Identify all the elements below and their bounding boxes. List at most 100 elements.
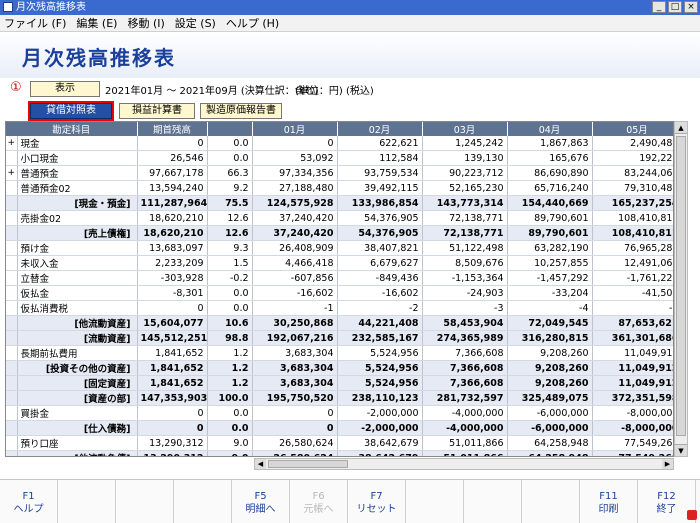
table-row[interactable]: 小口現金 26,546 0.0 53,092 112,584 139,130 165,676… bbox=[6, 150, 673, 166]
account-name: [流動資産] bbox=[17, 330, 138, 346]
expand-icon bbox=[6, 435, 18, 451]
amount-cell: 38,642,679 bbox=[337, 450, 423, 456]
horizontal-scrollbar[interactable]: ◀ ▶ bbox=[254, 458, 674, 470]
table-row[interactable]: [流動資産] 145,512,251 98.8 192,067,216 232,585,… bbox=[6, 330, 673, 346]
amount-cell: 11,049,912 bbox=[592, 360, 673, 376]
expand-icon[interactable]: + bbox=[6, 165, 18, 181]
expand-icon bbox=[6, 405, 18, 421]
table-row[interactable]: 仮払金 -8,301 0.0 -16,602 -16,602 -24,903 -33,204… bbox=[6, 285, 673, 301]
fkey-f11-button[interactable]: F11 印刷 bbox=[580, 480, 638, 523]
tab-cost-report[interactable]: 製造原価報告書 bbox=[200, 103, 282, 119]
table-row[interactable]: + 現金 0 0.0 0 622,621 1,245,242 1,867,863 2,490,4… bbox=[6, 136, 673, 151]
scroll-up-icon[interactable]: ▲ bbox=[675, 122, 687, 134]
expand-icon bbox=[6, 450, 18, 456]
table-row[interactable]: 普通預金02 13,594,240 9.2 27,188,480 39,492,115 5… bbox=[6, 180, 673, 196]
amount-cell: -8,000,000 bbox=[592, 420, 673, 436]
fkey-code: F7 bbox=[370, 491, 383, 502]
table-row[interactable]: [仕入債務] 0 0.0 0 -2,000,000 -4,000,000 -6,000,00… bbox=[6, 420, 673, 436]
minimize-button[interactable]: _ bbox=[652, 1, 666, 13]
tab-balance-sheet[interactable]: 貸借対照表 bbox=[28, 101, 114, 121]
table-row[interactable]: 売掛金02 18,620,210 12.6 37,240,420 54,376,905 7… bbox=[6, 210, 673, 226]
amount-cell: 13,290,312 bbox=[137, 450, 208, 456]
amount-cell: -6,000,000 bbox=[507, 405, 593, 421]
menu-settings[interactable]: 設定 (S) bbox=[175, 15, 216, 31]
table-row[interactable]: [固定資産] 1,841,652 1.2 3,683,304 5,524,956 7,36… bbox=[6, 375, 673, 391]
table-row[interactable]: [現金・預金] 111,287,964 75.5 124,575,928 133,986… bbox=[6, 195, 673, 211]
table-row[interactable]: [投資その他の資産] 1,841,652 1.2 3,683,304 5,524,956… bbox=[6, 360, 673, 376]
amount-cell: 192,222 bbox=[592, 150, 673, 166]
vertical-scrollbar[interactable]: ▲ ▼ bbox=[674, 121, 688, 457]
ratio-cell: 1.2 bbox=[207, 360, 253, 376]
status-corner-icon bbox=[687, 510, 697, 520]
scroll-down-icon[interactable]: ▼ bbox=[675, 444, 687, 456]
ratio-cell: 9.0 bbox=[207, 435, 253, 451]
ratio-cell: 10.6 bbox=[207, 315, 253, 331]
amount-cell: 5,524,956 bbox=[337, 360, 423, 376]
expand-icon bbox=[6, 195, 18, 211]
col-header-month[interactable]: 03月 bbox=[422, 122, 508, 136]
tab-income-statement[interactable]: 損益計算書 bbox=[119, 103, 195, 119]
table-row[interactable]: 長期前払費用 1,841,652 1.2 3,683,304 5,524,956 7,36… bbox=[6, 345, 673, 361]
table-row[interactable]: [資産の部] 147,353,903 100.0 195,750,520 238,110… bbox=[6, 390, 673, 406]
account-name: [他流動負債] bbox=[17, 450, 138, 456]
scroll-thumb[interactable] bbox=[676, 136, 686, 436]
ratio-cell: 75.5 bbox=[207, 195, 253, 211]
table-row[interactable]: [他流動負債]13,290,3129.026,580,62438,642,679… bbox=[6, 450, 673, 456]
display-button[interactable]: 表示 bbox=[30, 81, 100, 97]
table-row[interactable]: 預り口座 13,290,312 9.0 26,580,624 38,642,679 51,… bbox=[6, 435, 673, 451]
amount-cell: 97,334,356 bbox=[252, 165, 338, 181]
filter-bar: ① 表示 2021年01月 ～ 2021年09月 (決算仕訳：含む) (単位：円… bbox=[0, 78, 700, 102]
hscroll-thumb[interactable] bbox=[268, 460, 348, 468]
expand-icon bbox=[6, 225, 18, 241]
menu-file[interactable]: ファイル (F) bbox=[4, 15, 66, 31]
ratio-cell: 12.6 bbox=[207, 210, 253, 226]
col-header-month[interactable]: 02月 bbox=[337, 122, 423, 136]
amount-cell: 0 bbox=[137, 136, 208, 151]
header-banner: 月次残高推移表 bbox=[0, 32, 700, 78]
amount-cell: 108,410,811 bbox=[592, 210, 673, 226]
table-row[interactable]: 預け金 13,683,097 9.3 26,408,909 38,407,821 51,1… bbox=[6, 240, 673, 256]
amount-cell: 124,575,928 bbox=[252, 195, 338, 211]
fkey-empty-slot bbox=[174, 480, 232, 523]
col-header-month[interactable]: 05月 bbox=[592, 122, 673, 136]
ratio-cell: 66.3 bbox=[207, 165, 253, 181]
expand-icon[interactable]: + bbox=[6, 136, 18, 151]
fkey-f7-button[interactable]: F7 リセット bbox=[348, 480, 406, 523]
table-row[interactable]: [売上債権] 18,620,210 12.6 37,240,420 54,376,905… bbox=[6, 225, 673, 241]
col-header-opening[interactable]: 期首残高 bbox=[137, 122, 208, 136]
expand-icon bbox=[6, 210, 18, 226]
maximize-button[interactable]: □ bbox=[668, 1, 682, 13]
amount-cell: 44,221,408 bbox=[337, 315, 423, 331]
amount-cell: -16,602 bbox=[337, 285, 423, 301]
amount-cell: 90,223,712 bbox=[422, 165, 508, 181]
amount-cell: 7,366,608 bbox=[422, 375, 508, 391]
amount-cell: -5 bbox=[592, 300, 673, 316]
fkey-code: F6 bbox=[312, 491, 325, 502]
grid-header: 勘定科目 期首残高 01月 02月 03月 04月 05月 bbox=[6, 122, 673, 136]
close-button[interactable]: × bbox=[684, 1, 698, 13]
expand-icon bbox=[6, 255, 18, 271]
table-row[interactable]: 未収入金 2,233,209 1.5 4,466,418 6,679,627 8,509,… bbox=[6, 255, 673, 271]
fkey-f5-button[interactable]: F5 明細へ bbox=[232, 480, 290, 523]
table-row[interactable]: 立替金 -303,928 -0.2 -607,856 -849,436 -1,153,36… bbox=[6, 270, 673, 286]
fkey-empty-slot bbox=[58, 480, 116, 523]
scroll-left-icon[interactable]: ◀ bbox=[255, 459, 266, 469]
account-name: 小口現金 bbox=[17, 150, 138, 166]
menu-edit[interactable]: 編集 (E) bbox=[76, 15, 117, 31]
table-row[interactable]: + 普通預金 97,667,178 66.3 97,334,356 93,759,534 9… bbox=[6, 165, 673, 181]
scroll-right-icon[interactable]: ▶ bbox=[662, 459, 673, 469]
menu-help[interactable]: ヘルプ (H) bbox=[226, 15, 279, 31]
amount-cell: 3,683,304 bbox=[252, 360, 338, 376]
amount-cell: 154,440,669 bbox=[507, 195, 593, 211]
menu-move[interactable]: 移動 (I) bbox=[127, 15, 164, 31]
amount-cell: 361,301,686 bbox=[592, 330, 673, 346]
col-header-account[interactable]: 勘定科目 bbox=[6, 122, 138, 136]
table-row[interactable]: 買掛金 0 0.0 0 -2,000,000 -4,000,000 -6,000,000 -8… bbox=[6, 405, 673, 421]
col-header-month[interactable]: 01月 bbox=[252, 122, 338, 136]
fkey-f1-button[interactable]: F1 ヘルプ bbox=[0, 480, 58, 523]
amount-cell: 147,353,903 bbox=[137, 390, 208, 406]
table-row[interactable]: 仮払消費税00.0-1-2-3-4-5 bbox=[6, 300, 673, 316]
col-header-month[interactable]: 04月 bbox=[507, 122, 593, 136]
amount-cell: 0 bbox=[252, 136, 338, 151]
table-row[interactable]: [他流動資産] 15,604,077 10.6 30,250,868 44,221,40… bbox=[6, 315, 673, 331]
